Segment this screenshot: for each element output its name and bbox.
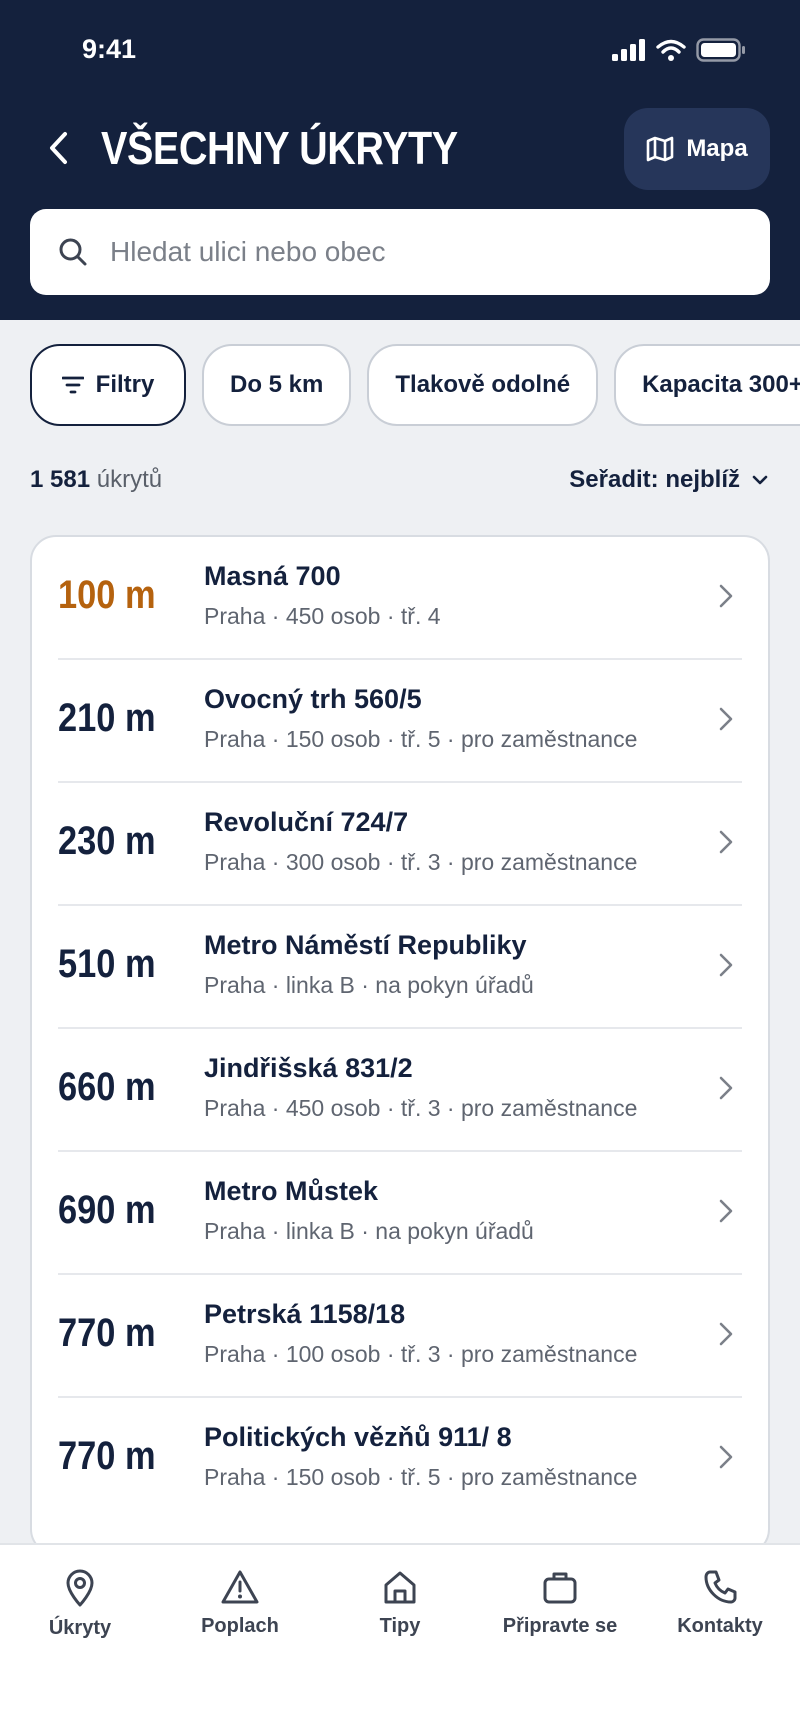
distance: 230 m [58,819,156,863]
chip-distance[interactable]: Do 5 km [202,344,352,426]
shelter-detail: Praha · 450 osob · tř. 4 [204,603,441,629]
distance: 210 m [58,696,156,740]
chip-capacity[interactable]: Kapacita 300+ [614,344,800,426]
tab-tips[interactable]: Tipy [320,1569,480,1638]
status-time: 9:41 [82,34,137,64]
chevron-right-icon [719,1076,733,1100]
chevron-right-icon [719,1199,733,1223]
tab-bar: Úkryty Poplach Tipy Připravte se Kontakt… [0,1543,800,1731]
distance: 770 m [58,1434,156,1478]
chevron-right-icon [719,584,733,608]
shelter-detail: Praha · 150 osob · tř. 5 · pro zaměstnan… [204,726,638,752]
warning-icon [221,1570,259,1604]
chevron-right-icon [719,953,733,977]
home-icon [384,1571,416,1604]
list-item[interactable]: 100 m Masná 700 Praha · 450 osob · tř. 4 [58,537,742,660]
pin-icon [66,1569,94,1607]
shelter-name: Ovocný trh 560/5 [204,684,422,714]
shelter-name: Metro Můstek [204,1176,379,1206]
phone-icon [704,1570,737,1604]
tab-label: Připravte se [502,1615,618,1637]
list-item[interactable]: 660 m Jindřišská 831/2 Praha · 450 osob … [58,1029,742,1152]
sort-dropdown[interactable]: Seřadit: nejblíž [569,466,768,494]
map-icon [647,136,674,162]
wifi-icon [656,39,686,61]
distance: 100 m [58,573,156,617]
tab-label: Poplach [201,1615,279,1637]
list-item[interactable]: 770 m Petrská 1158/18 Praha · 100 osob ·… [58,1275,742,1398]
shelter-detail: Praha · 300 osob · tř. 3 · pro zaměstnan… [204,849,638,875]
distance: 660 m [58,1065,156,1109]
tab-contacts[interactable]: Kontakty [640,1569,800,1638]
back-button[interactable] [34,124,82,172]
chevron-right-icon [719,1322,733,1346]
search-placeholder: Hledat ulici nebo obec [110,236,386,267]
tab-label: Úkryty [48,1617,112,1639]
tab-shelters[interactable]: Úkryty [0,1569,160,1640]
shelter-name: Politických vězňů 911/ 8 [204,1422,512,1452]
shelter-name: Jindřišská 831/2 [204,1053,413,1083]
distance: 770 m [58,1311,156,1355]
shelter-detail: Praha · linka B · na pokyn úřadů [204,972,534,998]
chevron-right-icon [719,707,733,731]
signal-icon [612,39,645,61]
shelter-list: 100 m Masná 700 Praha · 450 osob · tř. 4… [30,535,770,1555]
map-button-label: Mapa [686,135,748,162]
distance: 510 m [58,942,156,986]
sort-label: Seřadit: nejblíž [569,466,740,493]
search-icon [59,238,87,266]
page-title: VŠECHNY ÚKRYTY [101,122,458,174]
shelter-name: Petrská 1158/18 [204,1299,406,1329]
filter-chips: Filtry Do 5 km Tlakově odolné Kapacita 3… [30,344,800,426]
chevron-right-icon [719,1445,733,1469]
shelter-detail: Praha · 450 osob · tř. 3 · pro zaměstnan… [204,1095,638,1121]
chevron-right-icon [719,830,733,854]
tab-label: Kontakty [677,1615,763,1637]
distance: 690 m [58,1188,156,1232]
list-item[interactable]: 690 m Metro Můstek Praha · linka B · na … [58,1152,742,1275]
search-input[interactable]: Hledat ulici nebo obec [30,209,770,295]
filters-button[interactable]: Filtry [30,344,186,426]
status-icons [612,38,746,62]
tab-alarm[interactable]: Poplach [160,1569,320,1638]
list-item[interactable]: 770 m Politických vězňů 911/ 8 Praha · 1… [58,1398,742,1521]
battery-icon [696,38,745,62]
list-item[interactable]: 210 m Ovocný trh 560/5 Praha · 150 osob … [58,660,742,783]
header: 9:41 VŠECHNY ÚKRYTY Mapa Hledat ulici ne… [0,0,800,320]
chevron-down-icon [752,475,768,485]
filters-button-label: Filtry [95,371,155,398]
shelter-detail: Praha · 100 osob · tř. 3 · pro zaměstnan… [204,1341,638,1367]
shelter-detail: Praha · linka B · na pokyn úřadů [204,1218,534,1244]
list-item[interactable]: 510 m Metro Náměstí Republiky Praha · li… [58,906,742,1029]
tab-prepare[interactable]: Připravte se [480,1569,640,1638]
shelter-name: Revoluční 724/7 [204,807,409,837]
list-item[interactable]: 230 m Revoluční 724/7 Praha · 300 osob ·… [58,783,742,906]
results-count-unit: úkrytů [96,466,163,493]
results-count-number: 1 581 [30,466,91,493]
map-button[interactable]: Mapa [624,108,770,190]
tab-label: Tipy [379,1615,421,1637]
briefcase-icon [543,1572,577,1604]
chip-pressure-resistant[interactable]: Tlakově odolné [367,344,599,426]
chevron-left-icon [50,132,67,164]
shelter-name: Metro Náměstí Republiky [204,930,527,960]
results-count: 1 581 úkrytů [30,466,162,494]
filter-icon [61,376,84,394]
shelter-name: Masná 700 [204,561,341,591]
shelter-detail: Praha · 150 osob · tř. 5 · pro zaměstnan… [204,1464,638,1490]
